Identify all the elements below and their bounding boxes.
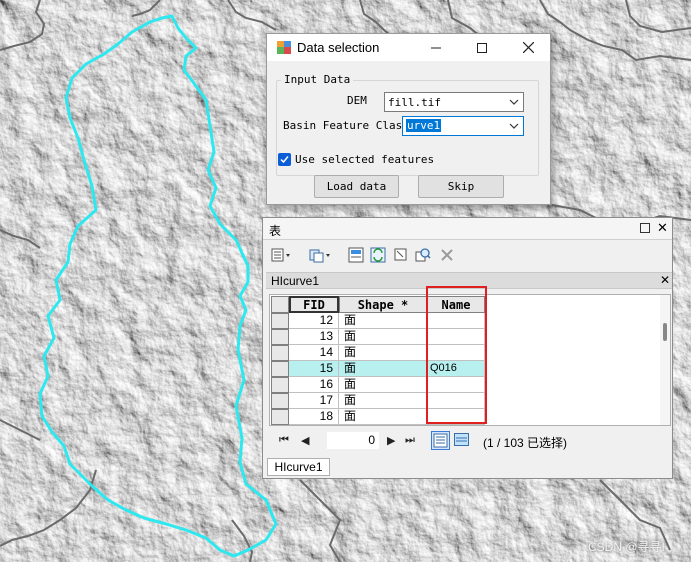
maximize-icon xyxy=(477,42,487,53)
table-toolbar xyxy=(263,241,672,269)
row-selector[interactable] xyxy=(271,409,289,425)
row-selector[interactable] xyxy=(271,329,289,345)
shape-cell: 面 xyxy=(339,329,427,345)
checkmark-icon xyxy=(280,156,289,164)
restore-button[interactable] xyxy=(640,223,650,233)
switch-selection-icon[interactable] xyxy=(370,247,386,263)
table-close-button[interactable]: ✕ xyxy=(657,220,668,236)
show-selected-records-icon[interactable] xyxy=(454,433,469,446)
first-record-icon[interactable]: ⏮ xyxy=(279,434,289,447)
use-selected-features-checkbox[interactable] xyxy=(278,153,291,166)
table-navigation-bar: ⏮ ◀ 0 ▶ ⏭ (1 / 103 已选择) xyxy=(269,429,671,453)
fid-cell: 12 xyxy=(289,313,339,329)
shape-cell: 面 xyxy=(339,345,427,361)
last-record-icon[interactable]: ⏭ xyxy=(405,434,415,447)
row-selector[interactable] xyxy=(271,377,289,393)
fid-cell: 13 xyxy=(289,329,339,345)
selection-status: (1 / 103 已选择) xyxy=(483,436,568,450)
close-button[interactable] xyxy=(505,34,551,61)
shape-cell: 面 xyxy=(339,377,427,393)
minimize-button[interactable] xyxy=(413,34,459,61)
record-number-input[interactable]: 0 xyxy=(327,432,379,449)
layer-tab-close-button[interactable]: ✕ xyxy=(660,273,670,287)
vertical-scrollbar[interactable] xyxy=(660,295,670,425)
dialog-title: Data selection xyxy=(297,40,380,55)
chevron-down-icon xyxy=(509,99,519,105)
basin-feature-class-combobox[interactable]: urve1 xyxy=(402,116,524,136)
data-selection-dialog: Data selection Input Data DEM fill.tif B… xyxy=(266,33,551,205)
table-titlebar[interactable]: 表 ✕ xyxy=(263,218,672,240)
load-data-button[interactable]: Load data xyxy=(314,175,399,198)
fid-cell: 16 xyxy=(289,377,339,393)
layer-tab-label[interactable]: HIcurve1 xyxy=(271,274,319,288)
fid-cell: 17 xyxy=(289,393,339,409)
name-column-highlight-box xyxy=(426,286,487,424)
chevron-down-icon xyxy=(509,123,519,129)
dem-label: DEM xyxy=(347,94,367,107)
clear-selection-icon[interactable] xyxy=(393,247,409,263)
zoom-to-selected-icon[interactable] xyxy=(415,247,431,263)
table-options-icon[interactable] xyxy=(271,247,293,263)
scrollbar-thumb[interactable] xyxy=(663,323,667,341)
delete-selected-icon[interactable] xyxy=(439,247,455,263)
fid-cell: 14 xyxy=(289,345,339,361)
fid-cell: 15 xyxy=(289,361,339,377)
maximize-button[interactable] xyxy=(459,34,505,61)
dem-combobox[interactable]: fill.tif xyxy=(384,92,524,112)
dialog-titlebar[interactable]: Data selection xyxy=(267,34,550,61)
select-by-attributes-icon[interactable] xyxy=(348,247,364,263)
shape-cell: 面 xyxy=(339,361,427,377)
close-icon xyxy=(522,42,534,53)
skip-button[interactable]: Skip xyxy=(418,175,504,198)
use-selected-features-label[interactable]: Use selected features xyxy=(295,153,434,166)
shape-cell: 面 xyxy=(339,393,427,409)
minimize-icon xyxy=(431,47,441,48)
layer-bottom-tab[interactable]: HIcurve1 xyxy=(267,458,330,476)
column-header-shape[interactable]: Shape * xyxy=(339,296,427,313)
dem-value: fill.tif xyxy=(388,96,441,109)
table-title: 表 xyxy=(269,224,282,238)
row-selector[interactable] xyxy=(271,393,289,409)
column-header-fid[interactable]: FID xyxy=(289,296,339,313)
app-icon xyxy=(277,41,291,54)
watermark: CSDN @寻寻I xyxy=(588,540,665,554)
input-data-group-title: Input Data xyxy=(281,73,354,86)
row-selector-header[interactable] xyxy=(271,296,289,313)
row-selector[interactable] xyxy=(271,313,289,329)
basin-feature-class-label: Basin Feature Class xyxy=(283,119,409,132)
row-selector[interactable] xyxy=(271,361,289,377)
show-all-records-button[interactable] xyxy=(431,431,450,450)
fid-cell: 18 xyxy=(289,409,339,425)
all-records-icon xyxy=(433,433,448,448)
next-record-icon[interactable]: ▶ xyxy=(387,434,395,447)
related-tables-icon[interactable] xyxy=(309,247,333,263)
shape-cell: 面 xyxy=(339,409,427,425)
previous-record-icon[interactable]: ◀ xyxy=(301,434,309,447)
shape-cell: 面 xyxy=(339,313,427,329)
basin-feature-class-value: urve1 xyxy=(406,119,442,132)
row-selector[interactable] xyxy=(271,345,289,361)
